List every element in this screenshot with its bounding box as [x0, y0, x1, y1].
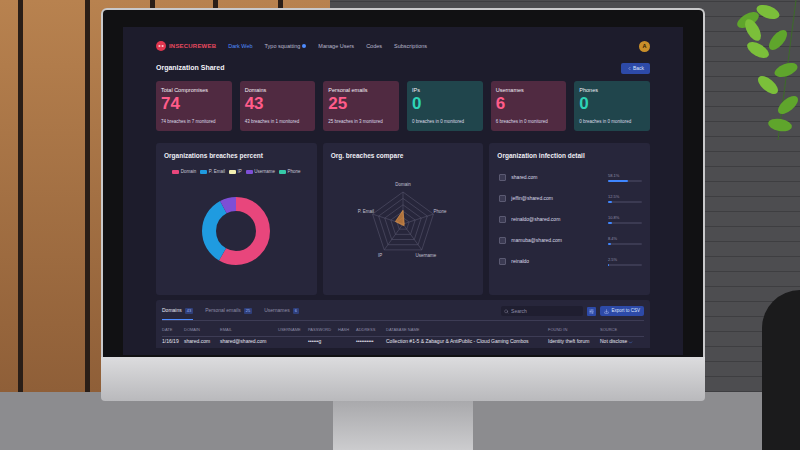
- photo-scene: INSECUREWEB Dark Web Typo squatting Manage …: [0, 0, 800, 450]
- breaches-percent-panel: Organizations breaches percentDomainP. E…: [156, 143, 317, 295]
- count-badge: 25: [244, 308, 252, 314]
- column-header[interactable]: FOUND IN: [548, 327, 600, 333]
- infection-row[interactable]: reinaldo@shared.com10.8%: [499, 215, 642, 224]
- stat-card[interactable]: Total Compromises7474 breaches in 7 moni…: [156, 81, 232, 131]
- plant: [708, 0, 800, 145]
- back-button[interactable]: Back: [621, 63, 650, 74]
- expand-icon[interactable]: [628, 340, 633, 345]
- nav-tab[interactable]: Subscriptions: [394, 42, 427, 50]
- donut-segment[interactable]: [209, 204, 263, 258]
- stat-cards: Total Compromises7474 breaches in 7 moni…: [156, 81, 650, 131]
- legend-item[interactable]: Username: [246, 169, 275, 176]
- monitor-bezel: INSECUREWEB Dark Web Typo squatting Manage …: [101, 8, 705, 357]
- entity-icon: [499, 258, 506, 265]
- table-cell: Not disclose: [600, 338, 656, 346]
- stat-card[interactable]: Personal emails2525 breaches in 3 monito…: [323, 81, 399, 131]
- table-cell: Identity theft forum: [548, 338, 600, 346]
- column-header[interactable]: USERNAME: [278, 327, 308, 333]
- monitor-chin: [101, 357, 705, 401]
- count-badge: 43: [185, 308, 193, 314]
- entity-icon: [499, 174, 506, 181]
- column-header[interactable]: DATABASE NAME: [386, 327, 548, 333]
- nav-tab[interactable]: Dark Web: [228, 42, 252, 50]
- back-arrow-icon: [627, 66, 632, 71]
- chart-legend: Domain P. Email IP Username Phone: [164, 169, 309, 176]
- share-bar: [608, 243, 642, 245]
- search-icon: [504, 309, 509, 314]
- table-header: DATEDOMAINEMAILUSERNAMEPASSWORDHASHADDRE…: [162, 324, 644, 336]
- download-icon: [604, 309, 609, 314]
- page-title: Organization Shared: [156, 63, 224, 74]
- search-field[interactable]: [501, 306, 583, 316]
- monitor: INSECUREWEB Dark Web Typo squatting Manage …: [101, 8, 705, 450]
- table-cell: ••••••g: [308, 338, 338, 346]
- table-cell: Collection #1-5 & Zabagur & AntiPublic -…: [386, 338, 548, 346]
- top-nav: INSECUREWEB Dark Web Typo squatting Manage …: [156, 37, 650, 55]
- table-cell: shared@shared.com: [220, 338, 278, 346]
- avatar[interactable]: A: [639, 41, 650, 52]
- legend-item[interactable]: P. Email: [200, 169, 225, 176]
- legend-item[interactable]: Phone: [279, 169, 301, 176]
- share-bar: [608, 201, 642, 203]
- notification-dot: [302, 44, 306, 48]
- radar-series[interactable]: [395, 210, 404, 225]
- share-bar: [608, 264, 642, 266]
- table-tab[interactable]: Personal emails25: [205, 303, 252, 320]
- column-header[interactable]: SOURCE: [600, 327, 656, 333]
- infection-detail-panel: Organization infection detailshared.com5…: [489, 143, 650, 295]
- column-header[interactable]: EMAIL: [220, 327, 278, 333]
- radar-axis-label: IP: [378, 253, 382, 258]
- infection-row[interactable]: reinaldo2.5%: [499, 257, 642, 266]
- count-badge: 6: [293, 308, 299, 314]
- table-cell: ••••••••••: [356, 338, 386, 346]
- breaches-compare-panel: Org. breaches compareDomainPhoneUsername…: [323, 143, 484, 295]
- stat-card[interactable]: Phones00 breaches in 0 monitored: [574, 81, 650, 131]
- radar-axis-label: Domain: [395, 182, 411, 187]
- infection-row[interactable]: jeffin@shared.com12.5%: [499, 194, 642, 203]
- column-header[interactable]: HASH: [338, 327, 356, 333]
- radar-chart: Domain Phone Username IP P. Email: [333, 168, 473, 280]
- chart-panels: Organizations breaches percentDomainP. E…: [156, 143, 650, 295]
- entity-icon: [499, 195, 506, 202]
- radar-axis-label: P. Email: [358, 209, 374, 214]
- infection-row[interactable]: shared.com58.1%: [499, 173, 642, 182]
- legend-item[interactable]: Domain: [172, 169, 196, 176]
- column-header[interactable]: DATE: [162, 327, 184, 333]
- radar-axis-label: Username: [416, 253, 437, 258]
- entity-icon: [499, 216, 506, 223]
- infection-row[interactable]: mamuba@shared.com8.4%: [499, 236, 642, 245]
- column-header[interactable]: ADDRESS: [356, 327, 386, 333]
- radar-axis-label: Phone: [434, 209, 448, 214]
- export-button[interactable]: Export to CSV: [600, 306, 644, 316]
- breaches-table-panel: Domains43 Personal emails25 Usernames6 Expo…: [156, 300, 650, 348]
- filter-button[interactable]: [587, 307, 596, 316]
- monitor-stand: [333, 401, 473, 450]
- table-cell: shared.com: [184, 338, 220, 346]
- table-row[interactable]: 1/16/19shared.comshared@shared.com ••••••…: [162, 336, 644, 348]
- donut-segment[interactable]: [209, 204, 263, 258]
- share-bar: [608, 180, 642, 182]
- table-tab[interactable]: Domains43: [162, 303, 193, 320]
- vase: [762, 290, 800, 450]
- table-cell: 1/16/19: [162, 338, 184, 346]
- stat-card[interactable]: Domains4343 breaches in 1 monitored: [240, 81, 316, 131]
- hacker-mask-icon: [156, 41, 166, 51]
- nav-tab[interactable]: Manage Users: [318, 42, 354, 50]
- column-header[interactable]: DOMAIN: [184, 327, 220, 333]
- stat-card[interactable]: IPs00 breaches in 0 monitored: [407, 81, 483, 131]
- screen: INSECUREWEB Dark Web Typo squatting Manage …: [123, 27, 683, 355]
- stat-card[interactable]: Usernames66 breaches in 0 monitored: [491, 81, 567, 131]
- legend-item[interactable]: IP: [229, 169, 242, 176]
- column-header[interactable]: PASSWORD: [308, 327, 338, 333]
- donut-chart: [195, 190, 277, 272]
- nav-tab[interactable]: Codes: [366, 42, 382, 50]
- filter-icon: [589, 309, 594, 314]
- entity-icon: [499, 237, 506, 244]
- nav-tab[interactable]: Typo squatting: [265, 42, 307, 50]
- share-bar: [608, 222, 642, 224]
- table-tab[interactable]: Usernames6: [264, 303, 299, 320]
- donut-segment[interactable]: [209, 204, 263, 258]
- logo[interactable]: INSECUREWEB: [156, 41, 216, 51]
